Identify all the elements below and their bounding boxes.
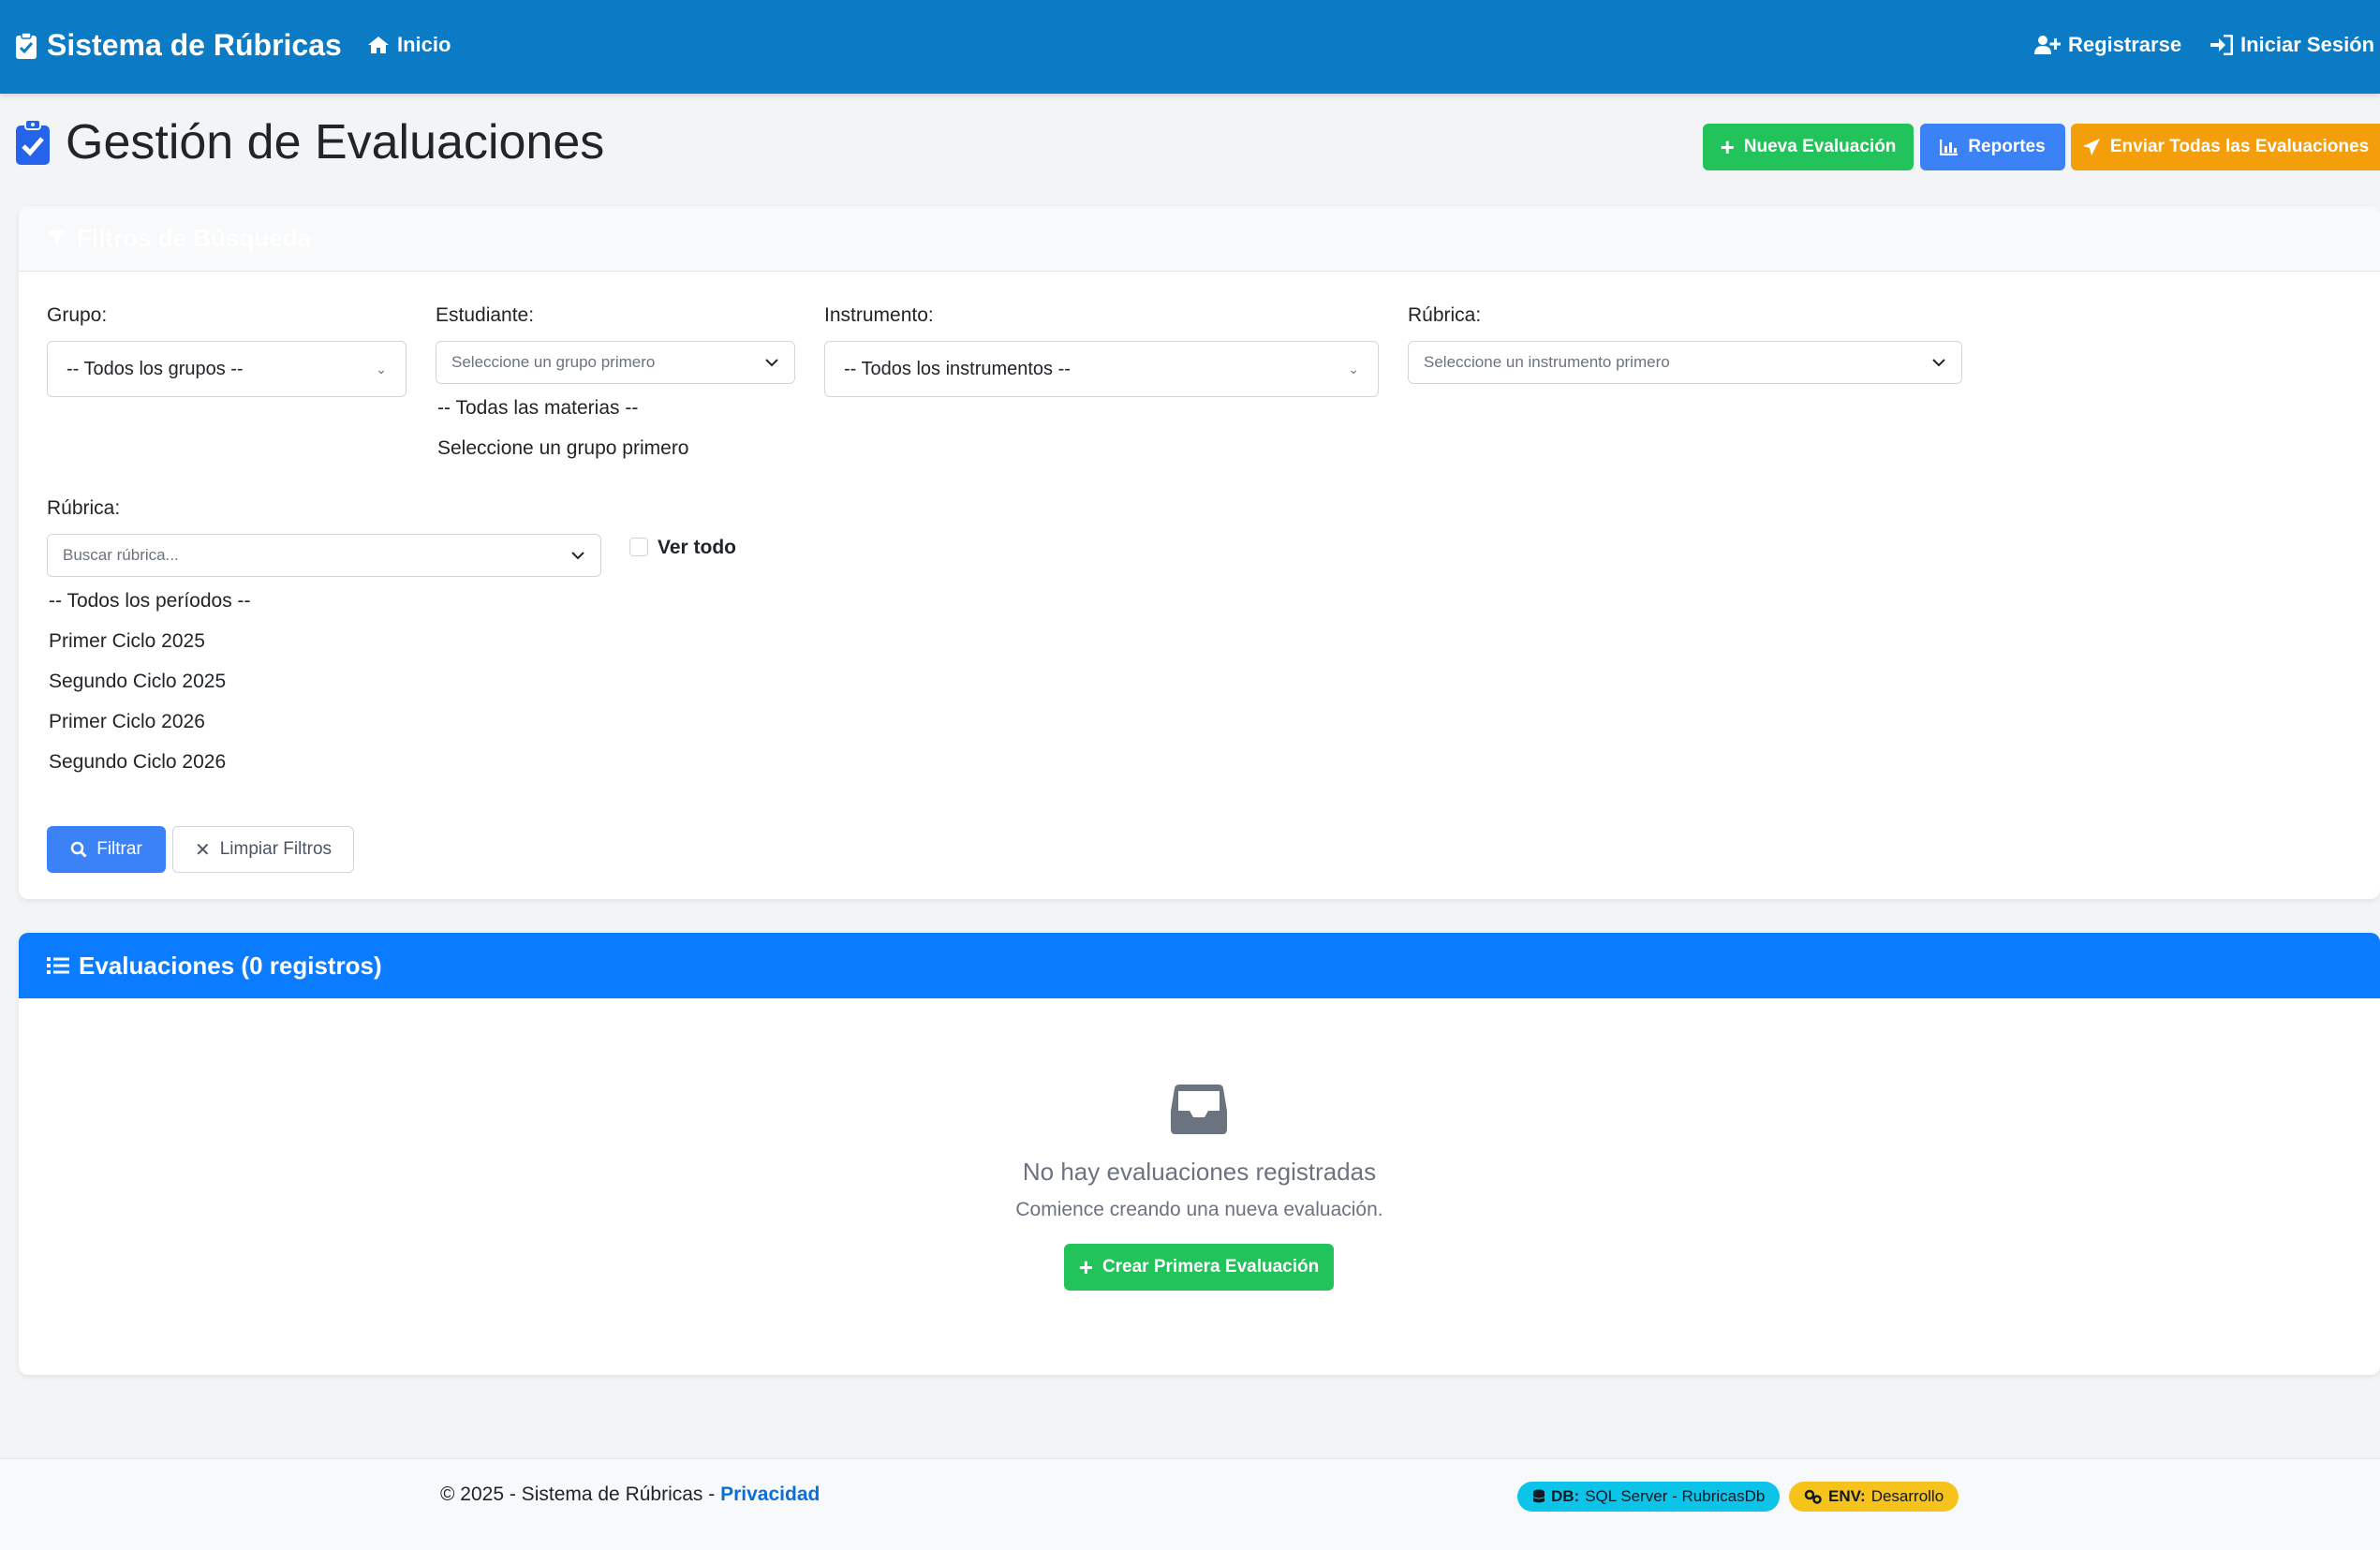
db-badge: DB: SQL Server - RubricasDb	[1517, 1482, 1781, 1512]
top-navbar: Sistema de Rúbricas Inicio Registrarse I…	[0, 0, 2380, 94]
instrumento-select-value: -- Todos los instrumentos --	[844, 358, 1071, 379]
grupo-select[interactable]: -- Todos los grupos -- ⌄	[47, 341, 407, 397]
ver-todo-label[interactable]: Ver todo	[658, 537, 736, 559]
evaluations-header-label: Evaluaciones (0 registros)	[79, 951, 382, 980]
rubrica-select-value: Seleccione un instrumento primero	[1424, 353, 1670, 371]
chevron-down-icon: ⌄	[376, 361, 387, 376]
env-badge: ENV: Desarrollo	[1789, 1482, 1959, 1512]
instrumento-label: Instrumento:	[824, 304, 934, 326]
periodo-option[interactable]: Segundo Ciclo 2025	[49, 671, 226, 693]
rubrica-select[interactable]: Seleccione un instrumento primero	[1408, 341, 1962, 384]
periodo-option[interactable]: Segundo Ciclo 2026	[49, 751, 226, 774]
plus-icon: +	[1078, 1252, 1093, 1281]
periodo-option[interactable]: Primer Ciclo 2026	[49, 711, 205, 733]
estudiante-select[interactable]: Seleccione un grupo primero	[436, 341, 795, 384]
nav-login-link[interactable]: Iniciar Sesión	[2210, 33, 2374, 57]
clear-filters-label: Limpiar Filtros	[219, 839, 333, 859]
ver-todo-checkbox[interactable]	[629, 538, 648, 556]
env-badge-value: Desarrollo	[1870, 1487, 1944, 1505]
footer-copyright: © 2025 - Sistema de Rúbricas -	[440, 1484, 721, 1505]
rubrica-search-label: Rúbrica:	[47, 497, 121, 519]
nav-home-link[interactable]: Inicio	[367, 33, 451, 57]
gears-icon	[1804, 1489, 1823, 1504]
brand-link[interactable]: Sistema de Rúbricas	[15, 28, 342, 63]
rubrica-search-select[interactable]: Buscar rúbrica...	[47, 534, 601, 577]
page-title: Gestión de Evaluaciones	[15, 114, 604, 170]
filter-button-label: Filtrar	[96, 839, 142, 859]
empty-state-title: No hay evaluaciones registradas	[1022, 1158, 1377, 1186]
filters-header-label: Filtros de Búsqueda	[77, 224, 311, 252]
periodo-option[interactable]: Primer Ciclo 2025	[49, 630, 205, 653]
evaluations-card: Evaluaciones (0 registros) No hay evalua…	[19, 933, 2380, 1375]
page-title-text: Gestión de Evaluaciones	[66, 115, 605, 170]
filter-icon	[47, 229, 67, 249]
paper-plane-icon	[2082, 138, 2101, 156]
filters-card: Filtros de Búsqueda Grupo: -- Todos los …	[19, 206, 2380, 899]
clipboard-check-icon	[15, 31, 37, 60]
close-icon: ✕	[194, 839, 211, 861]
clear-filters-button[interactable]: ✕ Limpiar Filtros	[172, 826, 354, 873]
chevron-down-icon	[764, 358, 779, 367]
chevron-down-icon	[1931, 358, 1946, 367]
nav-register-label: Registrarse	[2068, 33, 2182, 56]
new-evaluation-button[interactable]: + Nueva Evaluación	[1703, 124, 1914, 170]
evaluations-header: Evaluaciones (0 registros)	[19, 933, 2380, 998]
new-evaluation-label: Nueva Evaluación	[1743, 137, 1897, 156]
nav-home-label: Inicio	[397, 33, 451, 56]
send-all-evaluations-button[interactable]: Enviar Todas las Evaluaciones	[2071, 124, 2380, 170]
create-first-evaluation-label: Crear Primera Evaluación	[1101, 1257, 1320, 1277]
estudiante-select-value: Seleccione un grupo primero	[451, 353, 656, 371]
privacy-link[interactable]: Privacidad	[720, 1484, 820, 1505]
filter-button[interactable]: Filtrar	[47, 826, 166, 873]
env-badge-label: ENV:	[1828, 1487, 1866, 1505]
chevron-down-icon: ⌄	[1348, 361, 1359, 376]
rubrica-search-placeholder: Buscar rúbrica...	[63, 546, 179, 564]
send-all-label: Enviar Todas las Evaluaciones	[2109, 137, 2370, 156]
list-icon	[47, 956, 69, 975]
periodo-option[interactable]: -- Todos los períodos --	[49, 590, 251, 613]
footer-text: © 2025 - Sistema de Rúbricas - Privacida…	[440, 1484, 820, 1506]
create-first-evaluation-button[interactable]: + Crear Primera Evaluación	[1064, 1244, 1334, 1291]
chevron-down-icon	[570, 551, 585, 560]
filters-header: Filtros de Búsqueda	[19, 206, 2380, 272]
brand-title: Sistema de Rúbricas	[47, 28, 342, 62]
materia-option[interactable]: Seleccione un grupo primero	[437, 437, 689, 460]
home-icon	[367, 36, 390, 54]
plus-icon: +	[1720, 132, 1735, 161]
reports-label: Reportes	[1968, 137, 2046, 156]
db-badge-value: SQL Server - RubricasDb	[1585, 1487, 1766, 1505]
inbox-icon	[1170, 1083, 1228, 1140]
footer: © 2025 - Sistema de Rúbricas - Privacida…	[0, 1458, 2380, 1550]
sign-in-icon	[2210, 35, 2233, 55]
chart-bar-icon	[1940, 139, 1959, 155]
instrumento-select[interactable]: -- Todos los instrumentos -- ⌄	[824, 341, 1379, 397]
nav-login-label: Iniciar Sesión	[2240, 33, 2375, 56]
db-badge-label: DB:	[1551, 1487, 1580, 1505]
nav-register-link[interactable]: Registrarse	[2034, 33, 2181, 57]
user-plus-icon	[2034, 35, 2061, 55]
estudiante-label: Estudiante:	[436, 304, 535, 326]
clipboard-check-icon	[15, 119, 51, 166]
grupo-label: Grupo:	[47, 304, 108, 326]
search-icon	[70, 841, 87, 858]
reports-button[interactable]: Reportes	[1920, 124, 2065, 170]
database-icon	[1532, 1489, 1545, 1504]
rubrica-label: Rúbrica:	[1408, 304, 1482, 326]
grupo-select-value: -- Todos los grupos --	[67, 358, 244, 379]
empty-state-subtitle: Comience creando una nueva evaluación.	[1015, 1199, 1383, 1220]
materia-option[interactable]: -- Todas las materias --	[437, 397, 638, 420]
